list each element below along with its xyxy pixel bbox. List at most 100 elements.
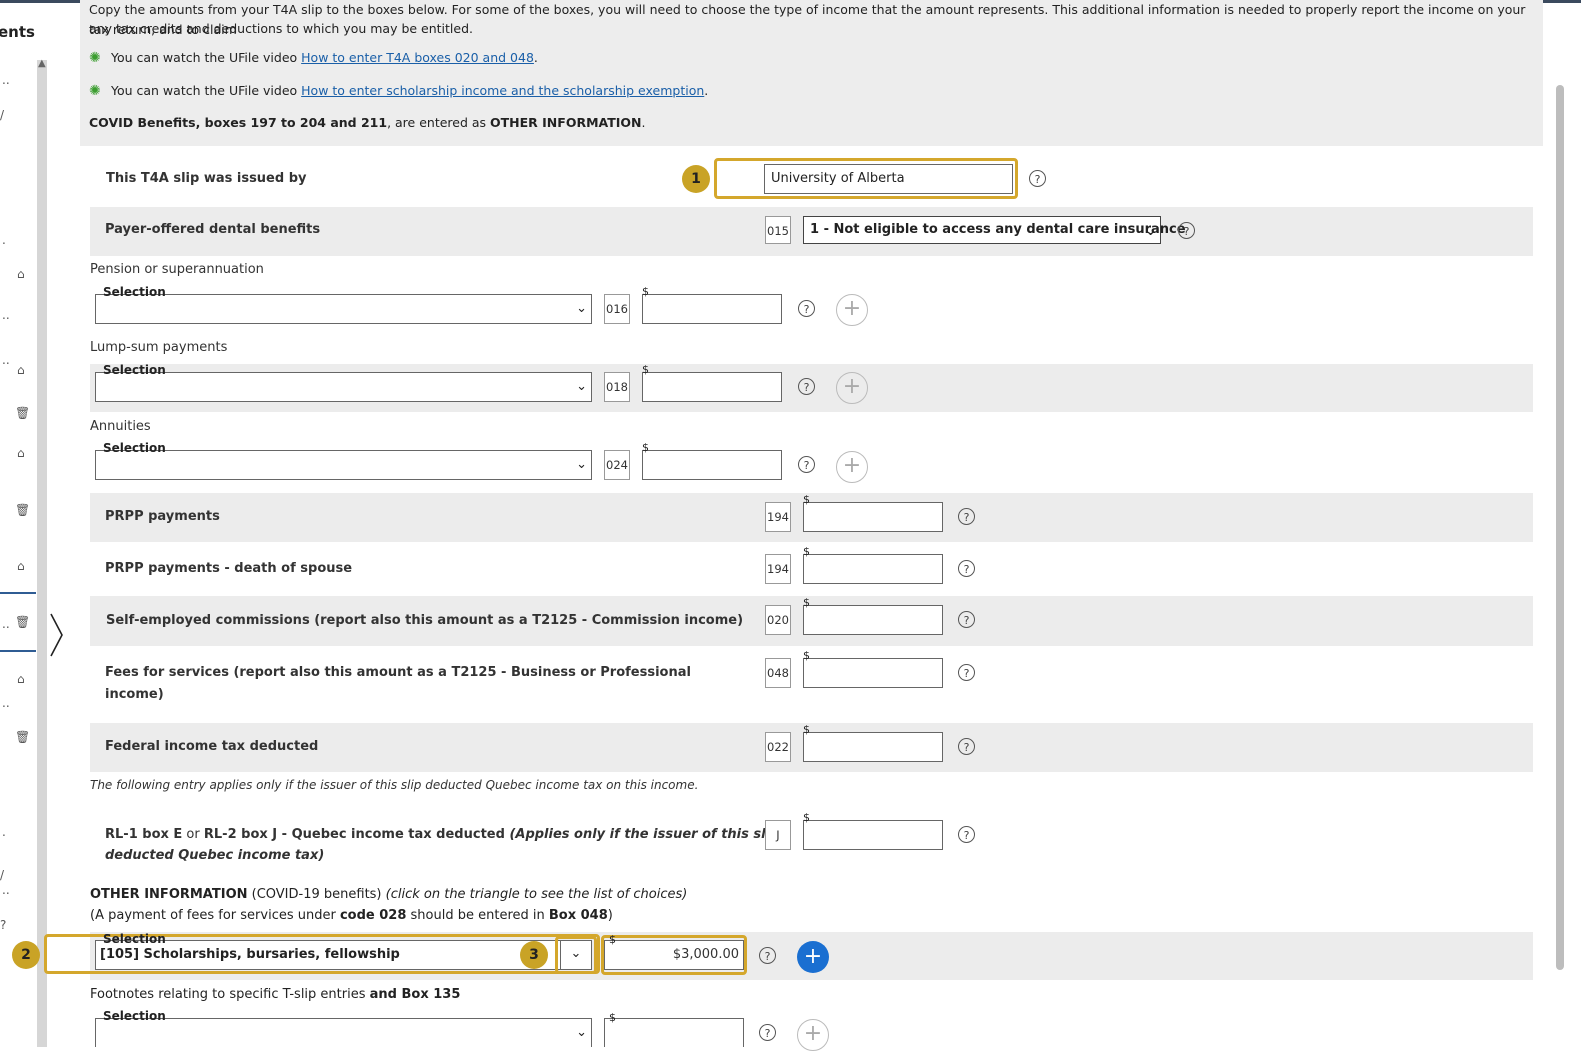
- chevron-up-icon[interactable]: ⌂: [17, 446, 25, 460]
- video-link-scholarship[interactable]: How to enter scholarship income and the …: [301, 83, 704, 98]
- footnotes-select[interactable]: Selection ⌄: [95, 1009, 592, 1047]
- quebec-label-line2: deducted Quebec income tax): [105, 848, 325, 863]
- help-icon[interactable]: ?: [759, 1024, 776, 1041]
- trash-icon[interactable]: 🗑: [15, 503, 30, 517]
- chevron-up-icon[interactable]: ⌂: [17, 267, 25, 281]
- commissions-label: Self-employed commissions (report also t…: [106, 613, 744, 628]
- video-link-t4a-boxes[interactable]: How to enter T4A boxes 020 and 048: [301, 50, 534, 65]
- prpp-label: PRPP payments: [105, 509, 220, 524]
- chevron-up-icon[interactable]: ⌂: [17, 672, 25, 686]
- help-icon[interactable]: ?: [798, 456, 815, 473]
- box-194-death: 194: [765, 554, 791, 584]
- left-sidebar: ents .. / . ⌂ .. .. ⌂ 🗑 ⌂ 🗑 ⌂ .. 🗑 ⌂ .. …: [0, 3, 37, 1047]
- pension-select[interactable]: Selection ⌄: [95, 285, 592, 324]
- other-info-amount-input[interactable]: $ $3,000.00: [604, 933, 744, 970]
- sidebar-selection-line: [0, 592, 36, 594]
- trash-icon[interactable]: 🗑: [15, 730, 30, 744]
- sidebar-marker: ..: [2, 696, 10, 710]
- trash-icon[interactable]: 🗑: [15, 406, 30, 420]
- dental-select[interactable]: 1 - Not eligible to access any dental ca…: [803, 216, 1186, 244]
- collapse-panel-icon[interactable]: [49, 612, 65, 658]
- prpp-death-amount-input[interactable]: $: [803, 545, 943, 584]
- add-icon[interactable]: +: [836, 294, 868, 326]
- sidebar-marker: ?: [0, 918, 7, 932]
- chevron-down-icon: ⌄: [576, 301, 587, 316]
- box-018: 018: [604, 372, 630, 402]
- chevron-down-icon: ⌄: [1145, 224, 1156, 239]
- lumpsum-heading: Lump-sum payments: [90, 340, 228, 355]
- prpp-death-label: PRPP payments - death of spouse: [105, 561, 353, 576]
- sidebar-marker: .: [2, 233, 6, 247]
- quebec-label-line1: RL-1 box E or RL-2 box J - Quebec income…: [105, 827, 780, 842]
- add-icon[interactable]: +: [797, 1019, 829, 1051]
- lumpsum-select[interactable]: Selection ⌄: [95, 363, 592, 402]
- chevron-down-icon: ⌄: [570, 946, 582, 961]
- box-048: 048: [765, 658, 791, 688]
- help-icon[interactable]: ?: [798, 300, 815, 317]
- box-194: 194: [765, 502, 791, 532]
- chevron-down-icon: ⌄: [576, 457, 587, 472]
- sidebar-marker: .: [2, 825, 6, 839]
- pension-heading: Pension or superannuation: [90, 262, 264, 277]
- sidebar-marker: ..: [2, 353, 10, 367]
- chevron-down-icon: ⌄: [576, 1025, 587, 1040]
- box-024: 024: [604, 450, 630, 480]
- chevron-up-icon[interactable]: ⌂: [17, 559, 25, 573]
- annuities-amount-input[interactable]: $: [642, 441, 782, 480]
- federal-tax-amount-input[interactable]: $: [803, 723, 943, 762]
- trash-icon[interactable]: 🗑: [15, 615, 30, 629]
- fees-label-line2: income): [105, 687, 164, 702]
- scroll-up-icon[interactable]: ▲: [38, 58, 46, 69]
- intro-text-line2: any tax credits and deductions to which …: [89, 21, 473, 36]
- box-015: 015: [765, 216, 791, 244]
- issuer-input[interactable]: University of Alberta: [764, 164, 1013, 194]
- issuer-label: This T4A slip was issued by: [106, 171, 307, 186]
- help-icon[interactable]: ?: [958, 508, 975, 525]
- annuities-select[interactable]: Selection ⌄: [95, 441, 592, 480]
- quebec-amount-input[interactable]: $: [803, 811, 943, 850]
- other-info-selected-value: [105] Scholarships, bursaries, fellowshi…: [100, 947, 400, 962]
- prpp-amount-input[interactable]: $: [803, 493, 943, 532]
- pension-amount-input[interactable]: $: [642, 285, 782, 324]
- fees-amount-input[interactable]: $: [803, 649, 943, 688]
- fees-label-line1: Fees for services (report also this amou…: [105, 665, 691, 680]
- add-entry-button[interactable]: +: [797, 941, 829, 973]
- dropdown-toggle-button[interactable]: ⌄: [560, 940, 592, 970]
- federal-tax-label: Federal income tax deducted: [105, 739, 319, 754]
- covid-boxes-text: COVID Benefits, boxes 197 to 204 and 211: [89, 115, 388, 130]
- annuities-heading: Annuities: [90, 419, 151, 434]
- lightbulb-icon: ✺: [89, 50, 101, 66]
- page-scrollbar-thumb[interactable]: [1556, 85, 1564, 970]
- footnotes-heading: Footnotes relating to specific T-slip en…: [90, 987, 461, 1002]
- other-info-amount-value: $3,000.00: [672, 947, 739, 962]
- step-badge-2: 2: [12, 941, 40, 969]
- help-icon[interactable]: ?: [759, 947, 776, 964]
- chevron-up-icon[interactable]: ⌂: [17, 363, 25, 377]
- sidebar-marker: ..: [2, 617, 10, 631]
- quebec-note: The following entry applies only if the …: [90, 778, 699, 792]
- help-icon[interactable]: ?: [958, 738, 975, 755]
- footnotes-amount-input[interactable]: $: [604, 1011, 744, 1047]
- help-icon[interactable]: ?: [1029, 170, 1046, 187]
- help-icon[interactable]: ?: [958, 560, 975, 577]
- help-icon[interactable]: ?: [1178, 222, 1195, 239]
- sidebar-scrollbar[interactable]: [37, 60, 47, 1047]
- step-badge-1: 1: [682, 165, 710, 193]
- instructions-panel: Copy the amounts from your T4A slip to t…: [80, 0, 1543, 146]
- lumpsum-amount-input[interactable]: $: [642, 363, 782, 402]
- step-badge-3: 3: [520, 941, 548, 969]
- sidebar-marker: ..: [2, 883, 10, 897]
- add-icon[interactable]: +: [836, 372, 868, 404]
- help-icon[interactable]: ?: [798, 378, 815, 395]
- commissions-amount-input[interactable]: $: [803, 596, 943, 635]
- help-icon[interactable]: ?: [958, 611, 975, 628]
- other-info-select[interactable]: Selection [105] Scholarships, bursaries,…: [95, 932, 592, 970]
- dental-label: Payer-offered dental benefits: [105, 222, 321, 237]
- box-j: J: [765, 820, 791, 850]
- sidebar-title: ents: [0, 23, 35, 41]
- other-info-heading: OTHER INFORMATION (COVID-19 benefits) (c…: [90, 887, 688, 902]
- add-icon[interactable]: +: [836, 451, 868, 483]
- help-icon[interactable]: ?: [958, 664, 975, 681]
- video-prefix: You can watch the UFile video: [110, 83, 298, 98]
- help-icon[interactable]: ?: [958, 826, 975, 843]
